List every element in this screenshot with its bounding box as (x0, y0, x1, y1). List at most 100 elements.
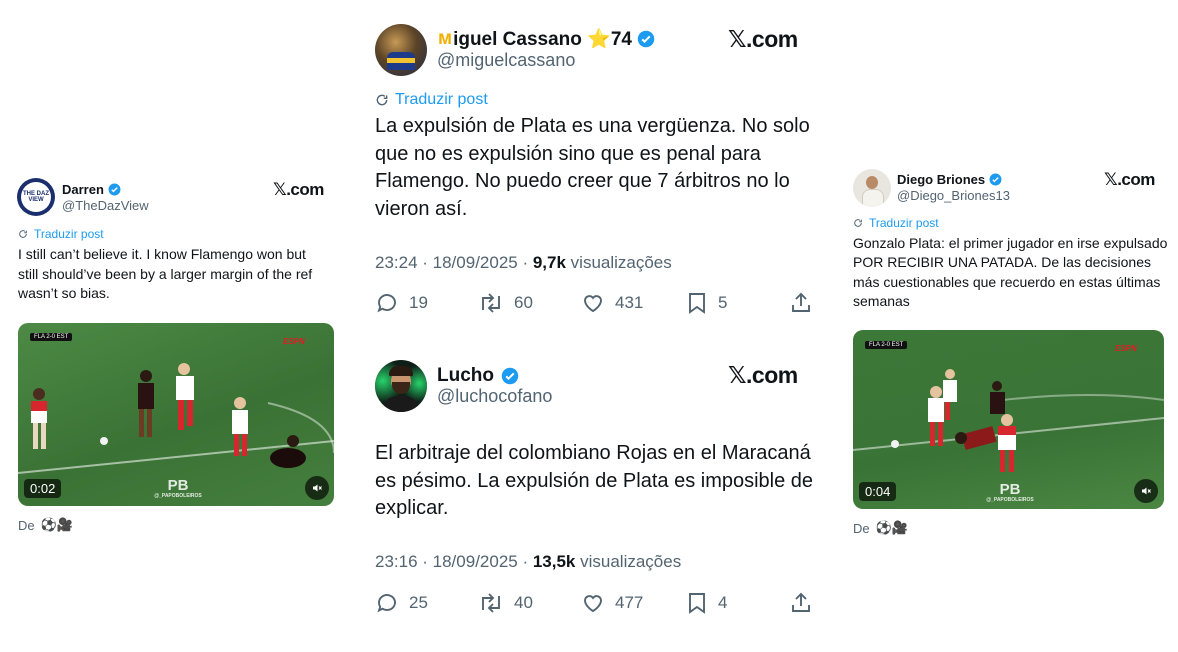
retweet-button[interactable]: 40 (478, 591, 533, 615)
timestamp[interactable]: 23:16 · 18/09/2025 · (375, 552, 533, 571)
site-label: .com (746, 362, 798, 388)
like-button[interactable]: 477 (581, 591, 643, 615)
translate-post-link[interactable]: Traduzir post (853, 216, 939, 230)
translate-label: Traduzir post (869, 216, 939, 230)
x-logo: 𝕏.com (1104, 170, 1155, 190)
retweet-icon (482, 293, 500, 313)
bookmark-icon (689, 293, 705, 314)
player-white-3 (998, 414, 1016, 472)
author-name-text: Darren (62, 182, 104, 197)
scoreboard: FLA 2-0 EST (30, 333, 73, 341)
translate-icon (854, 219, 862, 227)
x-icon: 𝕏 (728, 27, 747, 53)
x-icon: 𝕏 (273, 180, 287, 200)
author-handle[interactable]: @luchocofano (437, 386, 552, 407)
avatar[interactable] (853, 169, 891, 207)
site-label: .com (286, 180, 324, 199)
share-icon (792, 592, 810, 612)
author-name-text: iguel Cassano ⭐74 (453, 29, 632, 50)
speaker-muted-icon (1142, 487, 1151, 495)
reply-button[interactable]: 19 (375, 291, 428, 315)
like-count: 477 (615, 593, 644, 612)
video-player[interactable]: FLA 2-0 EST ESPN PB @_PAPOBOLEIROS 0:04 (853, 330, 1164, 509)
player-white-1 (928, 386, 944, 446)
broadcaster-logo: ESPN (1115, 344, 1137, 353)
verified-badge-icon (108, 183, 121, 196)
bookmark-icon (689, 593, 705, 614)
tweet-card-lucho[interactable]: Lucho @luchocofano 𝕏.com El arbitraje de… (360, 340, 820, 640)
video-attribution: De ⚽🎥 (18, 517, 73, 533)
x-icon: 𝕏 (1104, 170, 1118, 190)
tweet-card-darren[interactable]: THE DAZ VIEW Darren @TheDazView 𝕏.com Tr… (0, 0, 340, 652)
speaker-muted-icon (313, 484, 322, 492)
tweet-card-miguel[interactable]: ᴍ iguel Cassano ⭐74 @miguelcassano 𝕏.com… (360, 0, 820, 330)
tweet-text: El arbitraje del colombiano Rojas en el … (375, 442, 814, 520)
translate-label: Traduzir post (395, 91, 488, 108)
video-player[interactable]: FLA 2-0 EST ESPN PB @_PAPOBOLEIROS 0:02 (18, 323, 334, 506)
reply-count: 25 (409, 593, 428, 612)
avatar[interactable] (375, 360, 427, 412)
player-white-1 (176, 363, 194, 430)
view-count-label: visualizações (575, 552, 682, 571)
author-name[interactable]: ᴍ iguel Cassano ⭐74 (438, 27, 655, 51)
bookmark-count: 4 (718, 593, 728, 612)
tweet-metadata: 23:16 · 18/09/2025 · 13,5k visualizações (375, 552, 681, 572)
ball (100, 437, 108, 445)
retweet-button[interactable]: 60 (478, 291, 533, 315)
verified-badge-icon (637, 30, 655, 48)
reply-button[interactable]: 25 (375, 591, 428, 615)
like-button[interactable]: 431 (581, 291, 643, 315)
player-black-1 (990, 381, 1005, 414)
attribution-icons: ⚽🎥 (40, 517, 73, 532)
retweet-icon (482, 593, 500, 613)
author-name[interactable]: Lucho (437, 365, 519, 387)
retweet-count: 40 (514, 593, 533, 612)
player-white-2 (943, 369, 957, 420)
author-handle[interactable]: @TheDazView (62, 198, 149, 213)
x-icon: 𝕏 (728, 363, 747, 389)
watermark-logo: PB (167, 477, 189, 494)
timestamp[interactable]: 23:24 · 18/09/2025 · (375, 253, 533, 272)
watermark: PB @_PAPOBOLEIROS (985, 482, 1035, 503)
bookmark-button[interactable]: 4 (686, 591, 727, 615)
avatar-logo-text: THE DAZ VIEW (23, 191, 49, 203)
bookmark-button[interactable]: 5 (686, 291, 727, 315)
view-count: 9,7k (532, 253, 566, 272)
author-name-text: Lucho (437, 365, 494, 386)
video-timestamp: 0:02 (24, 479, 62, 498)
author-handle[interactable]: @miguelcassano (437, 50, 575, 71)
player-black-1 (138, 370, 154, 437)
watermark-handle: @_PAPOBOLEIROS (986, 497, 1034, 503)
tweet-text: Gonzalo Plata: el primer jugador en irse… (853, 235, 1168, 310)
x-logo: 𝕏.com (728, 26, 798, 53)
mute-button[interactable] (1134, 479, 1158, 503)
translate-post-link[interactable]: Traduzir post (375, 91, 488, 109)
author-name[interactable]: Darren (62, 182, 121, 197)
author-name[interactable]: Diego Briones (897, 172, 1002, 187)
heart-icon (584, 595, 602, 613)
avatar[interactable] (375, 24, 427, 76)
like-count: 431 (615, 293, 644, 312)
translate-post-link[interactable]: Traduzir post (18, 227, 104, 241)
verified-badge-icon (989, 173, 1002, 186)
author-handle[interactable]: @Diego_Briones13 (897, 188, 1010, 203)
author-name-text: Diego Briones (897, 172, 986, 187)
x-logo: 𝕏.com (728, 362, 798, 389)
player-red-1 (31, 388, 47, 449)
bookmark-count: 5 (718, 293, 728, 312)
site-label: .com (746, 26, 798, 52)
retweet-count: 60 (514, 293, 533, 312)
tweet-card-diego[interactable]: Diego Briones @Diego_Briones13 𝕏.com Tra… (840, 0, 1178, 652)
avatar[interactable]: THE DAZ VIEW (17, 178, 55, 216)
tweet-text: La expulsión de Plata es una vergüenza. … (375, 115, 810, 220)
attribution-label: De (853, 520, 870, 536)
x-logo: 𝕏.com (273, 180, 324, 200)
share-icon (792, 292, 810, 312)
translate-label: Traduzir post (34, 227, 104, 241)
watermark-logo: PB (999, 481, 1021, 498)
mute-button[interactable] (305, 476, 329, 500)
scoreboard: FLA 2-0 EST (865, 341, 908, 349)
share-button[interactable] (789, 591, 813, 615)
share-button[interactable] (789, 291, 813, 315)
view-count-label: visualizações (565, 253, 672, 272)
